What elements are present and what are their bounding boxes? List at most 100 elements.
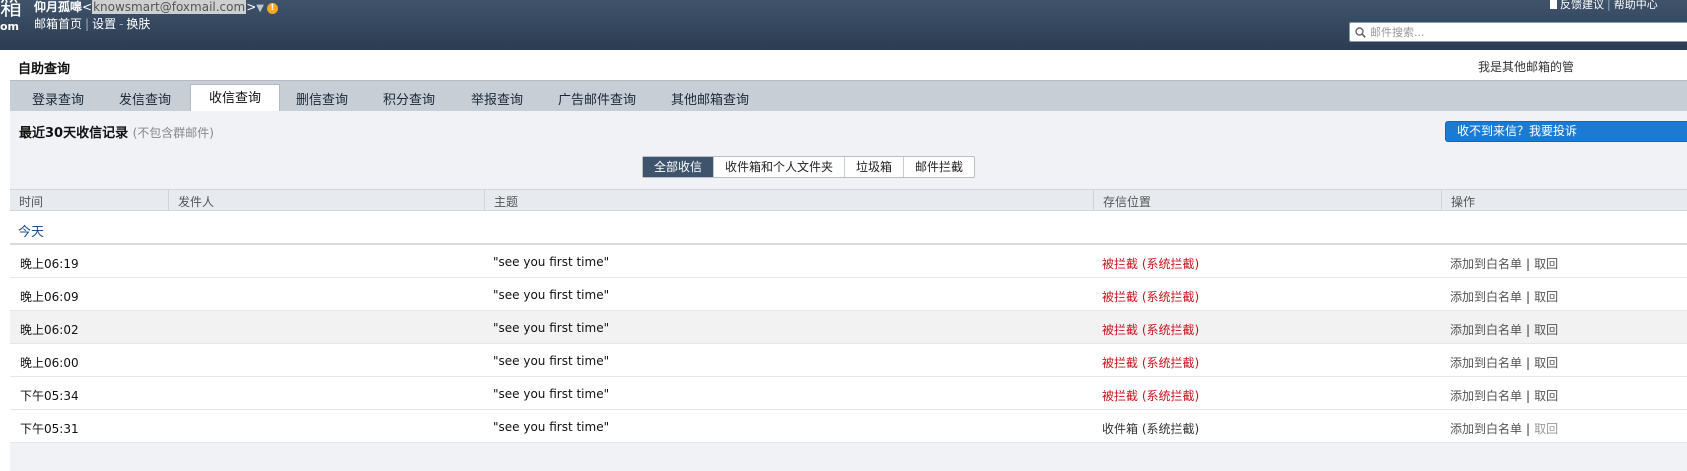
warning-icon[interactable]: ! — [266, 3, 278, 14]
change-skin-link[interactable]: 换肤 — [126, 17, 150, 31]
action-separator: | — [1526, 323, 1531, 337]
mail-logo-sub: om — [0, 20, 20, 33]
column-time: 时间 — [19, 195, 44, 209]
divider: | — [1607, 0, 1611, 11]
section-note: (不包含群邮件) — [132, 126, 214, 140]
retrieve-link: 取回 — [1534, 422, 1559, 436]
divider: | — [85, 17, 90, 31]
retrieve-link[interactable]: 取回 — [1534, 356, 1558, 370]
filter-blocked[interactable]: 邮件拦截 — [903, 157, 974, 177]
row-time: 晚上06:19 — [20, 257, 79, 271]
feedback-link[interactable]: 反馈建议 — [1560, 0, 1604, 11]
filter-all-received[interactable]: 全部收信 — [643, 157, 714, 177]
tab-delete-query[interactable]: 删信查询 — [296, 89, 348, 108]
row-time: 下午05:31 — [20, 422, 79, 436]
add-to-whitelist-link[interactable]: 添加到白名单 — [1450, 290, 1522, 304]
table-row: 晚上06:19 "see you first time" 被拦截 (系统拦截) … — [10, 245, 1687, 278]
table-row: 下午05:34 "see you first time" 被拦截 (系统拦截) … — [10, 377, 1687, 410]
add-to-whitelist-link[interactable]: 添加到白名单 — [1450, 356, 1522, 370]
date-group-row: 今天 — [10, 211, 1687, 245]
retrieve-link[interactable]: 取回 — [1534, 290, 1558, 304]
table-row: 晚上06:02 "see you first time" 被拦截 (系统拦截) … — [10, 311, 1687, 344]
row-time: 晚上06:09 — [20, 290, 79, 304]
top-right-links: 反馈建议 | 帮助中心 — [1550, 0, 1658, 12]
tab-report-query[interactable]: 举报查询 — [471, 89, 523, 108]
row-actions: 添加到白名单 | 取回 — [1450, 255, 1558, 272]
column-location: 存信位置 — [1103, 195, 1152, 209]
row-location: 收件箱 (系统拦截) — [1102, 422, 1200, 436]
column-subject: 主题 — [494, 195, 519, 209]
top-header: 箱 om 仰月孤嗥<knowsmart@foxmail.com>▼! 邮箱首页 |… — [0, 0, 1687, 50]
row-subject: "see you first time" — [493, 255, 610, 269]
tab-receive-query[interactable]: 收信查询 — [190, 84, 281, 113]
row-subject: "see you first time" — [493, 387, 610, 401]
filter-inbox-personal[interactable]: 收件箱和个人文件夹 — [713, 157, 844, 177]
row-actions: 添加到白名单 | 取回 — [1450, 288, 1558, 305]
settings-link[interactable]: 设置 — [92, 17, 116, 31]
row-location: 被拦截 (系统拦截) — [1102, 389, 1200, 403]
column-sender: 发件人 — [178, 195, 215, 209]
table-row: 晚上06:09 "see you first time" 被拦截 (系统拦截) … — [10, 278, 1687, 311]
complain-button[interactable]: 收不到来信？我要投诉 — [1445, 121, 1687, 142]
date-group-label: 今天 — [18, 225, 45, 240]
add-to-whitelist-link[interactable]: 添加到白名单 — [1450, 422, 1522, 436]
action-separator: | — [1526, 257, 1531, 271]
retrieve-link[interactable]: 取回 — [1534, 323, 1558, 337]
mail-search — [1349, 22, 1687, 42]
row-location: 被拦截 (系统拦截) — [1102, 257, 1200, 271]
section-title-text: 最近30天收信记录 — [19, 126, 129, 141]
action-separator: | — [1526, 389, 1531, 403]
column-divider — [484, 190, 485, 210]
account-email: knowsmart@foxmail.com — [92, 0, 247, 14]
row-actions: 添加到白名单 | 取回 — [1450, 321, 1558, 338]
add-to-whitelist-link[interactable]: 添加到白名单 — [1450, 389, 1522, 403]
search-icon[interactable] — [1355, 27, 1366, 38]
account-line: 仰月孤嗥<knowsmart@foxmail.com>▼! — [34, 0, 278, 15]
row-actions: 添加到白名单 | 取回 — [1450, 354, 1558, 371]
row-location: 被拦截 (系统拦截) — [1102, 356, 1200, 370]
page-title: 自助查询 — [18, 62, 71, 77]
row-subject: "see you first time" — [493, 288, 610, 302]
row-subject: "see you first time" — [493, 354, 610, 368]
action-separator: | — [1526, 290, 1531, 304]
table-header: 时间 发件人 主题 存信位置 操作 — [10, 189, 1687, 211]
row-time: 晚上06:02 — [20, 323, 79, 337]
add-to-whitelist-link[interactable]: 添加到白名单 — [1450, 257, 1522, 271]
column-divider — [168, 190, 169, 210]
search-input[interactable] — [1370, 24, 1670, 40]
add-to-whitelist-link[interactable]: 添加到白名单 — [1450, 323, 1522, 337]
row-subject: "see you first time" — [493, 420, 610, 434]
retrieve-link[interactable]: 取回 — [1534, 257, 1558, 271]
row-time: 下午05:34 — [20, 389, 79, 403]
row-subject: "see you first time" — [493, 321, 610, 335]
divider: - — [119, 17, 124, 31]
query-tabs: 登录查询 发信查询 收信查询 删信查询 积分查询 举报查询 广告邮件查询 其他邮… — [10, 80, 1687, 113]
action-separator: | — [1526, 422, 1531, 436]
filter-trash[interactable]: 垃圾箱 — [844, 157, 903, 177]
tab-points-query[interactable]: 积分查询 — [383, 89, 435, 108]
help-link[interactable]: 帮助中心 — [1614, 0, 1658, 11]
column-actions: 操作 — [1451, 195, 1476, 209]
other-mailbox-admin-link[interactable]: 我是其他邮箱的管 — [1478, 58, 1574, 75]
mail-home-link[interactable]: 邮箱首页 — [34, 17, 82, 31]
feedback-icon — [1550, 0, 1557, 9]
tab-login-query[interactable]: 登录查询 — [32, 89, 84, 108]
tab-ad-mail-query[interactable]: 广告邮件查询 — [558, 89, 636, 108]
row-location: 被拦截 (系统拦截) — [1102, 323, 1200, 337]
mail-logo[interactable]: 箱 — [0, 0, 22, 22]
table-row: 下午05:31 "see you first time" 收件箱 (系统拦截) … — [10, 410, 1687, 443]
retrieve-link[interactable]: 取回 — [1534, 389, 1558, 403]
column-divider — [1093, 190, 1094, 210]
username: 仰月孤嗥 — [34, 0, 83, 14]
account-links: 邮箱首页 | 设置 - 换肤 — [34, 15, 150, 32]
email-open-bracket: < — [82, 0, 93, 14]
section-title: 最近30天收信记录 (不包含群邮件) — [19, 122, 214, 141]
table-row: 晚上06:00 "see you first time" 被拦截 (系统拦截) … — [10, 344, 1687, 377]
receive-filter-group: 全部收信 收件箱和个人文件夹 垃圾箱 邮件拦截 — [642, 156, 976, 178]
tab-send-query[interactable]: 发信查询 — [119, 89, 171, 108]
column-divider — [1441, 190, 1442, 210]
row-time: 晚上06:00 — [20, 356, 79, 370]
tab-other-mailbox-query[interactable]: 其他邮箱查询 — [671, 89, 749, 108]
email-close-bracket: > — [246, 0, 257, 14]
account-switch-icon[interactable]: ▼ — [256, 3, 264, 14]
